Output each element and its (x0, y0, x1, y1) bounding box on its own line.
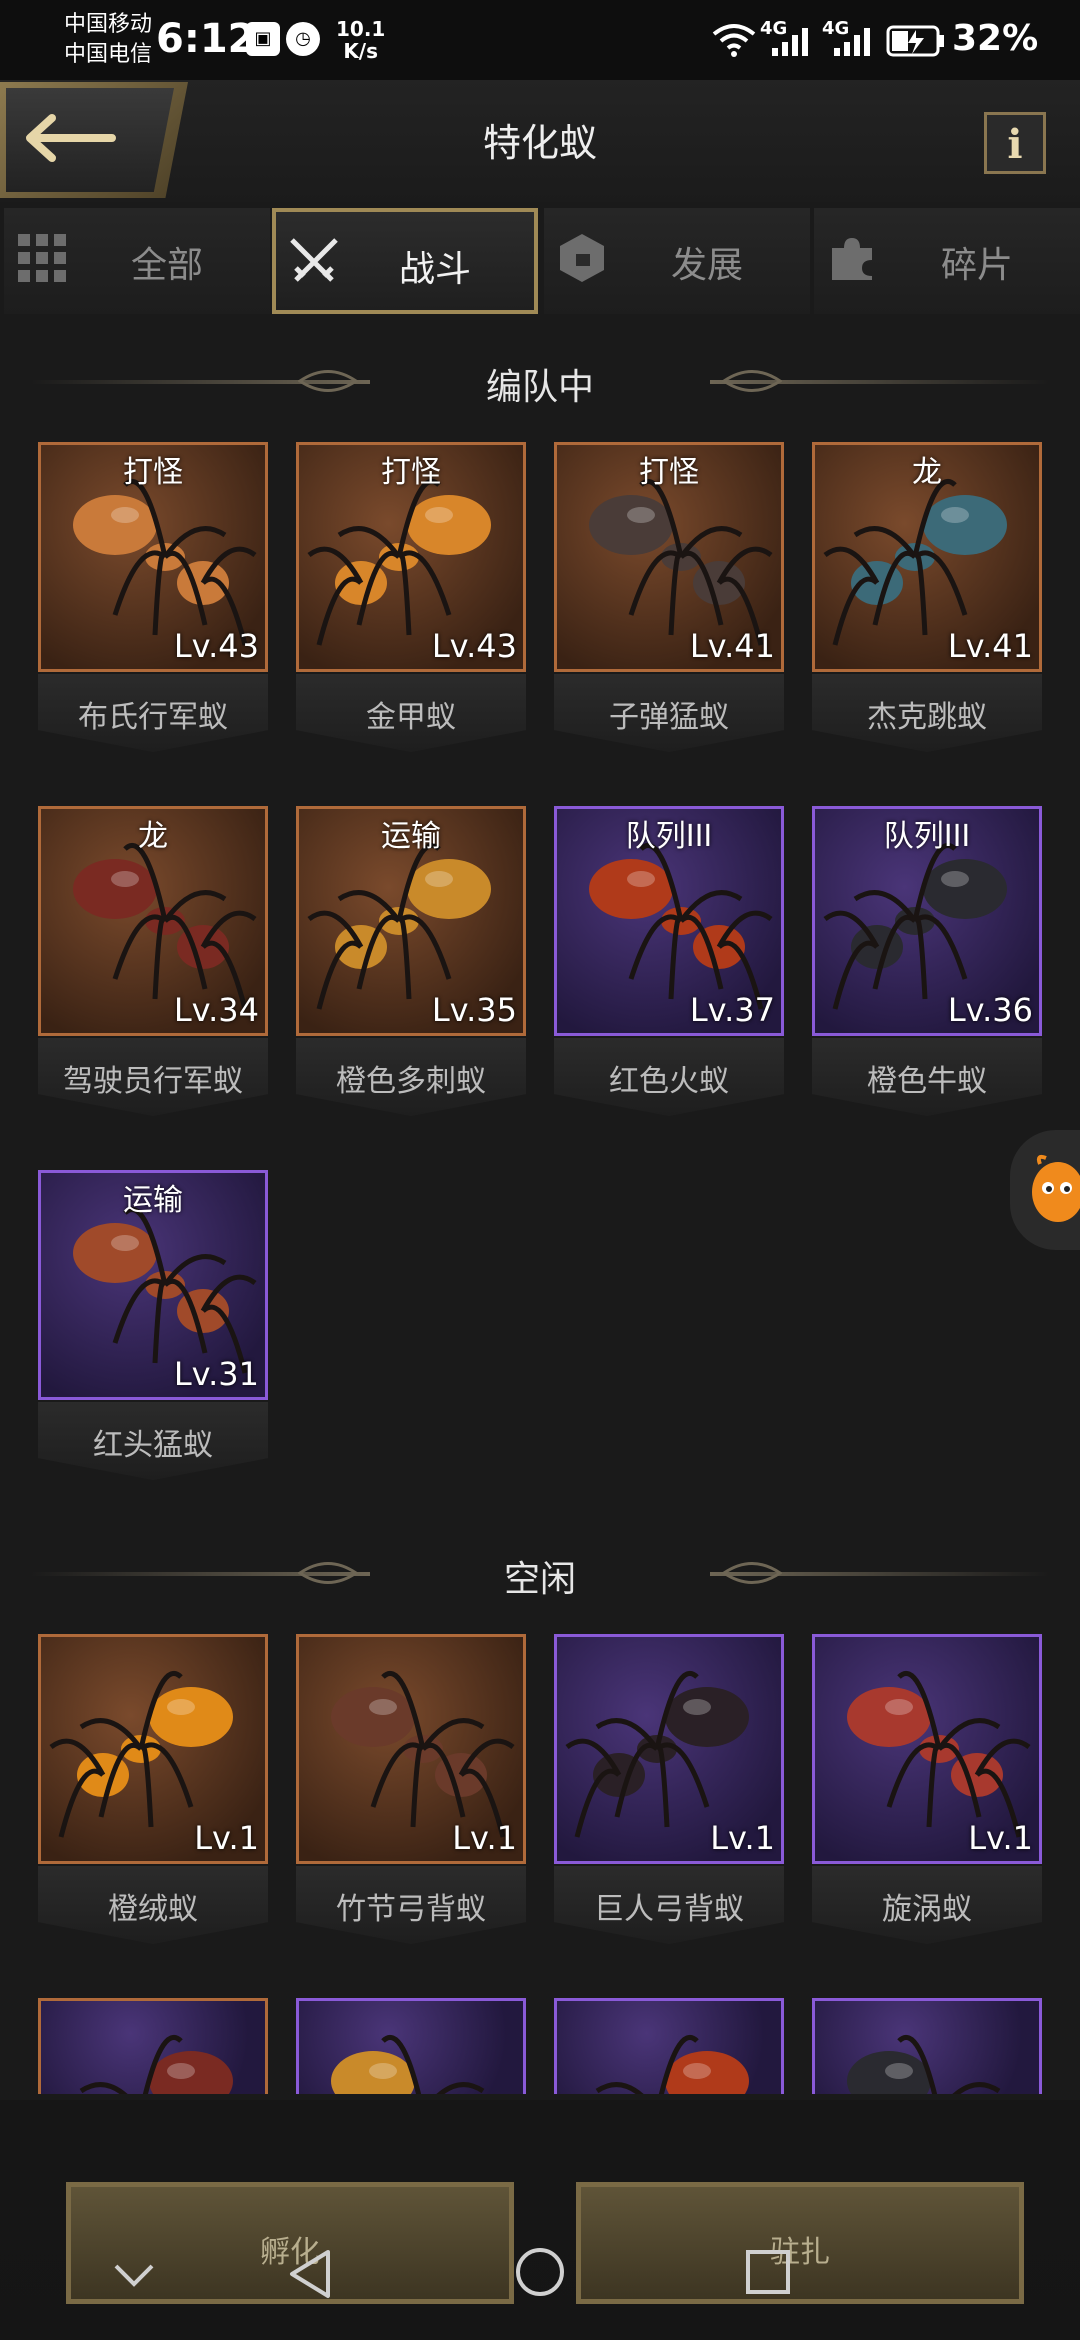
ant-card[interactable]: 打怪 Lv.43 (38, 442, 268, 672)
net-speed-unit: K/s (343, 39, 379, 63)
tab-fragments-label: 碎片 (940, 245, 1013, 286)
clock: 6:12 (156, 16, 256, 62)
ant-name: 杰克跳蚁 (867, 700, 987, 735)
ant-card[interactable]: 运输 Lv.31 (38, 1170, 268, 1400)
ant-role-tag: 龙 (138, 819, 168, 854)
huawei-app-icon: ▣ (246, 22, 280, 56)
carrier-1: 中国移动 (64, 12, 153, 37)
tab-development[interactable]: 发展 (544, 208, 810, 314)
tab-combat[interactable]: 战斗 (272, 208, 538, 314)
ant-role-tag: 队列III (625, 819, 713, 854)
ant-level: Lv.43 (431, 627, 517, 665)
ant-role-tag: 队列III (883, 819, 971, 854)
ant-card[interactable]: Lv.1 (38, 1634, 268, 1864)
ant-card[interactable]: 打怪 Lv.43 (296, 442, 526, 672)
signal-bars-2-icon (834, 28, 870, 56)
ant-illustration (331, 2034, 485, 2094)
assistant-bubble[interactable] (1010, 1130, 1080, 1250)
category-tabs: 全部 战斗 发展 碎片 (0, 208, 1080, 318)
carrier-2: 中国电信 (64, 42, 153, 67)
tab-all-label: 全部 (130, 245, 203, 286)
nav-recents-icon[interactable] (744, 2248, 792, 2296)
nav-home-icon[interactable] (514, 2246, 566, 2298)
ant-level: Lv.41 (947, 627, 1033, 665)
mascot-icon (1032, 1154, 1080, 1222)
battery-percent: 32% (952, 18, 1039, 59)
ant-role-tag: 打怪 (381, 455, 441, 490)
ant-level: Lv.1 (710, 1819, 775, 1857)
ant-name: 橙绒蚁 (108, 1892, 198, 1927)
ant-level: Lv.1 (194, 1819, 259, 1857)
section-title-in-team: 编队中 (485, 367, 594, 408)
ant-role-tag: 运输 (381, 819, 441, 854)
ant-name: 橙色牛蚁 (867, 1064, 987, 1099)
section-divider-right (710, 1572, 1050, 1576)
ant-illustration (79, 2034, 233, 2094)
ant-card-partial[interactable] (296, 1998, 526, 2094)
status-bar: 中国移动 中国电信 6:12 ▣ ◷ 10.1 K/s 4G 4G 32% (0, 0, 1080, 80)
tab-all[interactable]: 全部 (4, 208, 270, 314)
ant-level: Lv.37 (689, 991, 775, 1029)
ant-card[interactable]: 龙 Lv.34 (38, 806, 268, 1036)
ant-illustration (847, 2034, 1001, 2094)
ant-name: 竹节弓背蚁 (336, 1892, 486, 1927)
ant-role-tag: 龙 (912, 455, 942, 490)
ant-name: 子弹猛蚁 (609, 700, 729, 735)
ant-card-partial[interactable] (38, 1998, 268, 2094)
ant-level: Lv.41 (689, 627, 775, 665)
wifi-icon (712, 24, 756, 57)
ant-name: 橙色多刺蚁 (336, 1064, 486, 1099)
alarm-icon: ◷ (286, 22, 320, 56)
tab-fragments[interactable]: 碎片 (814, 208, 1080, 314)
ant-card-partial[interactable] (812, 1998, 1042, 2094)
ant-card[interactable]: Lv.1 (812, 1634, 1042, 1864)
signal-bars-1-icon (772, 28, 808, 56)
ant-card[interactable]: 龙 Lv.41 (812, 442, 1042, 672)
ant-name: 驾驶员行军蚁 (63, 1064, 243, 1099)
ant-card[interactable]: 队列III Lv.37 (554, 806, 784, 1036)
ant-card[interactable]: Lv.1 (296, 1634, 526, 1864)
ant-role-tag: 打怪 (123, 455, 183, 490)
chevron-down-icon[interactable] (112, 2260, 156, 2290)
ant-level: Lv.43 (173, 627, 259, 665)
tab-combat-label: 战斗 (398, 249, 471, 290)
ant-name: 红色火蚁 (609, 1064, 729, 1099)
ant-role-tag: 打怪 (639, 455, 699, 490)
battery-charging-icon (886, 25, 944, 57)
system-nav-bar (0, 2220, 1080, 2340)
ant-role-tag: 运输 (123, 1183, 183, 1218)
ant-card[interactable]: 队列III Lv.36 (812, 806, 1042, 1036)
ant-level: Lv.34 (173, 991, 259, 1029)
ant-name: 布氏行军蚁 (78, 700, 228, 735)
nav-back-icon[interactable] (286, 2248, 334, 2300)
ant-illustration (595, 2034, 749, 2094)
ant-card[interactable]: 运输 Lv.35 (296, 806, 526, 1036)
ant-card[interactable]: 打怪 Lv.41 (554, 442, 784, 672)
ant-level: Lv.35 (431, 991, 517, 1029)
ant-level: Lv.36 (947, 991, 1033, 1029)
ant-level: Lv.1 (968, 1819, 1033, 1857)
ant-level: Lv.1 (452, 1819, 517, 1857)
ant-level: Lv.31 (173, 1355, 259, 1393)
ant-name: 旋涡蚁 (882, 1892, 972, 1927)
section-divider-right (710, 380, 1050, 384)
ant-name: 巨人弓背蚁 (594, 1892, 744, 1927)
ant-name: 红头猛蚁 (93, 1428, 213, 1463)
net-speed: 10.1 K/s (336, 18, 385, 62)
ant-card-partial[interactable] (554, 1998, 784, 2094)
carrier-labels: 中国移动 中国电信 (64, 10, 152, 70)
tab-development-label: 发展 (670, 245, 743, 286)
net-speed-value: 10.1 (336, 17, 386, 41)
ant-card[interactable]: Lv.1 (554, 1634, 784, 1864)
page-title: 特化蚁 (482, 121, 597, 165)
info-button[interactable]: i (984, 112, 1046, 174)
ant-name: 金甲蚁 (366, 700, 456, 735)
section-title-idle: 空闲 (503, 1559, 576, 1600)
